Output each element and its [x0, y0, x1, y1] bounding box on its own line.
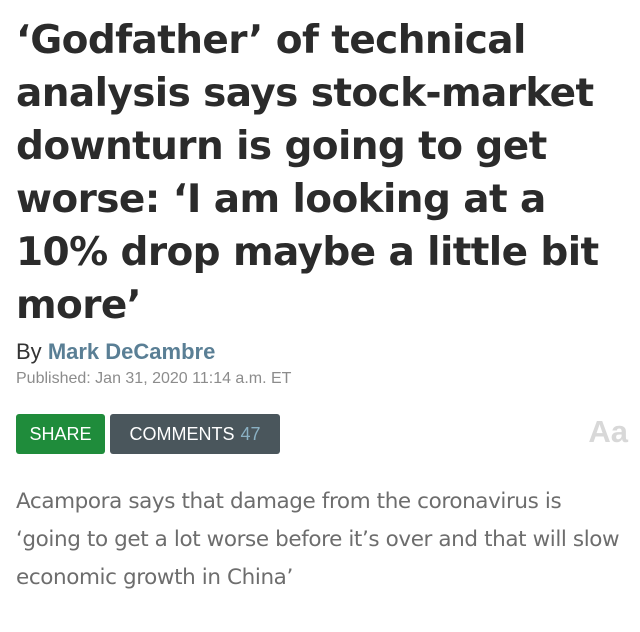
share-button[interactable]: SHARE: [16, 414, 105, 454]
published-timestamp: Published: Jan 31, 2020 11:14 a.m. ET: [16, 370, 292, 387]
text-size-button[interactable]: Aa: [588, 412, 628, 452]
byline: By Mark DeCambre: [16, 338, 628, 366]
comments-count: 47: [240, 424, 261, 444]
comments-button[interactable]: COMMENTS 47: [110, 414, 280, 454]
article-headline: ‘Godfather’ of technical analysis says s…: [16, 18, 599, 328]
article-actions: SHARE COMMENTS 47 Aa: [16, 414, 628, 454]
author-link[interactable]: Mark DeCambre: [48, 339, 216, 364]
share-button-label: SHARE: [29, 424, 92, 444]
comments-button-label: COMMENTS: [129, 424, 235, 444]
byline-prefix: By: [16, 339, 42, 364]
article-page: ‘Godfather’ of technical analysis says s…: [16, 14, 628, 619]
article-summary: Acampora says that damage from the coron…: [16, 489, 620, 590]
